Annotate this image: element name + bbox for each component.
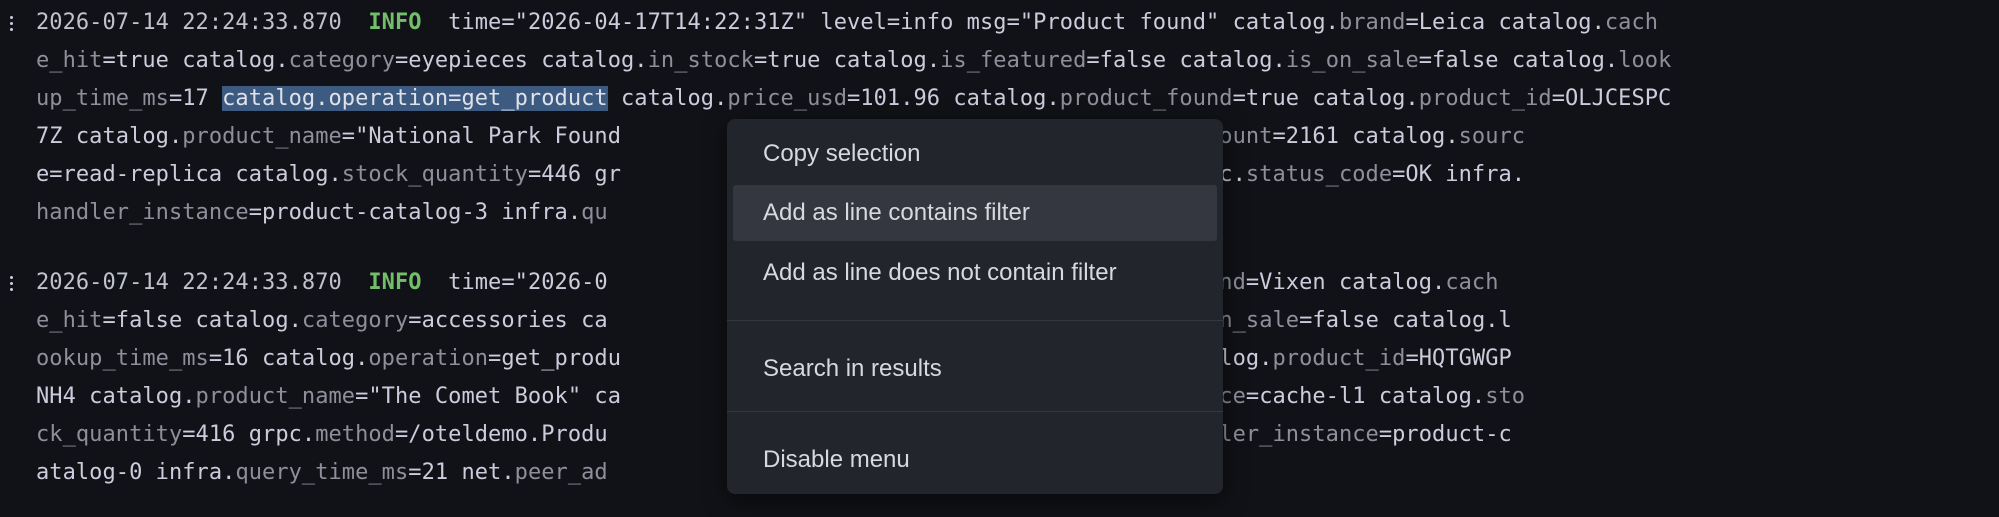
log-timestamp: 2026-07-14 22:24:33.870: [36, 270, 342, 295]
log-key: category: [301, 308, 409, 333]
log-key: is_on_sale: [1285, 48, 1419, 73]
log-text: =product-catalog-3 infra.: [248, 200, 582, 225]
log-text: =OLJCESPC: [1551, 86, 1672, 111]
log-text: atalog-0 infra.: [36, 460, 236, 485]
log-key: operation: [368, 346, 489, 371]
log-text: 7Z catalog.: [36, 124, 183, 149]
log-line: up_time_ms=17 catalog.operation=get_prod…: [36, 80, 1999, 118]
log-text: =false catalog.: [102, 308, 302, 333]
log-key: peer_ad: [514, 460, 608, 485]
log-key: brand: [1338, 10, 1406, 35]
menu-divider: [727, 320, 1223, 321]
log-text: =true catalog.: [1232, 86, 1419, 111]
log-key: cach: [1445, 270, 1499, 295]
log-key: e_hit: [36, 308, 103, 333]
menu-divider: [727, 411, 1223, 412]
menu-item-add-not-contains-filter[interactable]: Add as line does not contain filter: [733, 245, 1217, 301]
log-key: product_name: [182, 124, 342, 149]
log-text: =true catalog.: [102, 48, 289, 73]
log-key: category: [288, 48, 395, 73]
log-text: =17: [168, 86, 223, 111]
log-text: =cache-l1 catalog.: [1245, 384, 1486, 409]
vertical-ellipsis-icon[interactable]: [4, 9, 18, 37]
log-key: method: [315, 422, 395, 447]
log-level-badge: INFO: [368, 10, 422, 35]
log-key: up_time_ms: [36, 86, 169, 111]
ellipsis-dot: [9, 287, 13, 291]
log-key: cach: [1604, 10, 1659, 35]
log-line: e_hit=true catalog.category=eyepieces ca…: [36, 42, 1999, 80]
log-key: product_id: [1418, 86, 1552, 111]
log-key: in_stock: [647, 48, 754, 73]
log-text: =Leica catalog.: [1405, 10, 1605, 35]
log-text: =HQTGWGP: [1405, 346, 1512, 371]
log-text: =false catalog.: [1086, 48, 1286, 73]
log-text: e=read-replica catalog.: [36, 162, 342, 187]
log-key: ookup_time_ms: [36, 346, 209, 371]
ellipsis-dot: [9, 275, 13, 279]
log-key: product_id: [1272, 346, 1406, 371]
log-text: =eyepieces catalog.: [395, 48, 648, 73]
menu-item-search-in-results[interactable]: Search in results: [733, 341, 1217, 397]
log-key: stock_quantity: [341, 162, 528, 187]
vertical-ellipsis-icon[interactable]: [4, 269, 18, 297]
log-text: time="2026-04-17T14:22:31Z" level=info m…: [421, 10, 1339, 35]
ellipsis-dot: [9, 281, 13, 285]
menu-item-disable-menu[interactable]: Disable menu: [733, 432, 1217, 488]
log-key: qu: [581, 200, 608, 225]
log-key: price_usd: [727, 86, 848, 111]
log-text: =16 catalog.: [208, 346, 369, 371]
log-key: sourc: [1458, 124, 1526, 149]
log-key: e_hit: [36, 48, 103, 73]
log-text: =2161 catalog.: [1272, 124, 1459, 149]
ellipsis-dot: [9, 27, 13, 31]
log-text: =false catalog.: [1418, 48, 1619, 73]
log-key: ck_quantity: [36, 422, 183, 447]
ellipsis-dot: [9, 21, 13, 25]
log-text: =21 net.: [408, 460, 515, 485]
log-text: =101.96 catalog.: [847, 86, 1060, 111]
menu-item-copy-selection[interactable]: Copy selection: [733, 126, 1217, 182]
log-timestamp: 2026-07-14 22:24:33.870: [36, 10, 342, 35]
log-text: =OK infra.: [1392, 162, 1526, 187]
log-line: 2026-07-14 22:24:33.870 INFO time="2026-…: [36, 4, 1999, 42]
text-selection: catalog.operation=get_product: [222, 86, 608, 111]
context-menu: Copy selection Add as line contains filt…: [727, 119, 1223, 494]
log-key: product_name: [195, 384, 356, 409]
log-text: =product-c: [1378, 422, 1512, 447]
log-key: product_found: [1059, 86, 1233, 111]
log-key: handler_instance: [36, 200, 249, 225]
log-key: sto: [1485, 384, 1526, 409]
log-text: =Vixen catalog.: [1245, 270, 1446, 295]
log-text: catalog.: [607, 86, 728, 111]
log-key: is_featured: [940, 48, 1087, 73]
log-text: NH4 catalog.: [36, 384, 196, 409]
ellipsis-dot: [9, 15, 13, 19]
menu-item-add-contains-filter[interactable]: Add as line contains filter: [733, 185, 1217, 241]
log-key: look: [1618, 48, 1672, 73]
log-key: status_code: [1245, 162, 1393, 187]
log-key: query_time_ms: [235, 460, 409, 485]
log-text: =false catalog.l: [1299, 308, 1512, 333]
log-level-badge: INFO: [368, 270, 422, 295]
log-text: =416 grpc.: [182, 422, 316, 447]
log-text: =true catalog.: [753, 48, 941, 73]
